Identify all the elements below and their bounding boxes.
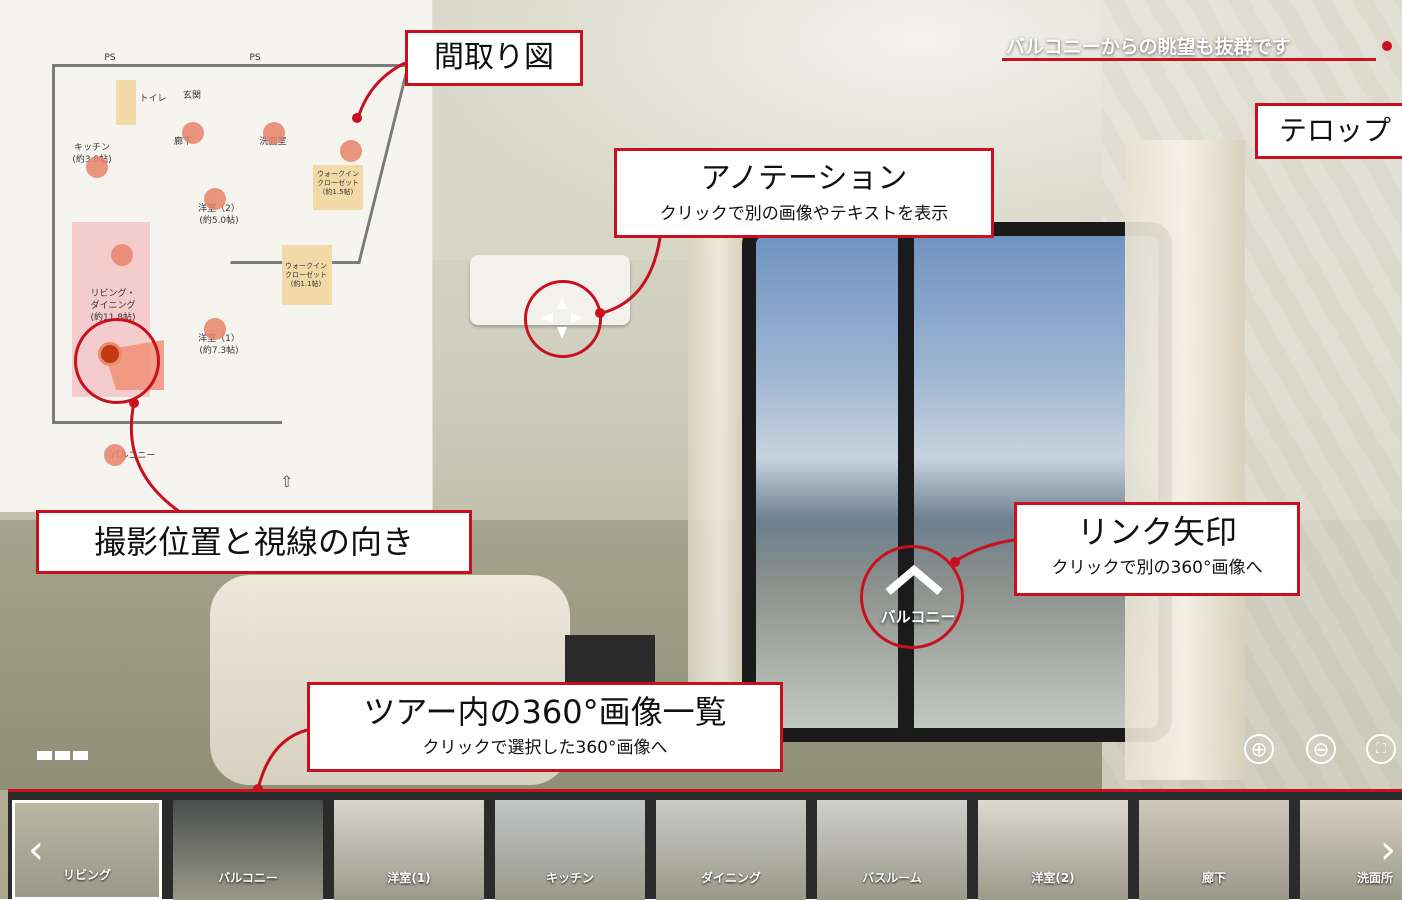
callout-title: ツアー内の360°画像一覧: [363, 693, 727, 731]
annotation-marker-icon[interactable]: [537, 293, 587, 343]
menu-dots-icon[interactable]: [37, 745, 91, 764]
floorplan-spot-dining[interactable]: [111, 244, 133, 266]
link-arrow-icon[interactable]: [866, 548, 962, 644]
telop-underline: [1002, 58, 1376, 61]
callout-subtitle: クリックで選択した360°画像へ: [422, 738, 668, 758]
curtain-left: [688, 230, 750, 750]
callout-title: アノテーション: [700, 161, 908, 196]
floorplan-position-ring: [74, 318, 160, 404]
tour-thumbnail[interactable]: バスルーム: [817, 800, 967, 900]
callout-anchor-dot: [352, 113, 362, 123]
callout-anchor-dot: [129, 398, 139, 408]
tour-thumbnail[interactable]: 廊下: [1139, 800, 1289, 900]
link-arrow-label[interactable]: バルコニー: [868, 606, 968, 627]
balcony-window: [742, 222, 1172, 742]
floorplan-label-toilet: トイレ: [139, 94, 167, 104]
tour-thumbnail[interactable]: キッチン: [495, 800, 645, 900]
callout-title: リンク矢印: [1076, 513, 1237, 551]
callout-floorplan: 間取り図: [405, 30, 583, 86]
telop-text: バルコニーからの眺望も抜群です: [1006, 36, 1291, 58]
floorplan-label-ps-right: PS: [249, 53, 261, 63]
floorplan-spot-washroom[interactable]: [263, 122, 285, 144]
floorplan-spot-western1[interactable]: [204, 318, 226, 340]
prev-arrow-icon[interactable]: ‹: [28, 830, 44, 870]
tour-thumbnail-label: 廊下: [1201, 871, 1226, 885]
tour-thumbnail-label: 洋室(2): [1031, 871, 1075, 885]
floorplan-panel[interactable]: PS PS トイレ 玄関 キッチン (約3.8帖) 廊下 洗面室 洋室（2） (…: [0, 0, 433, 512]
tour-thumbnail[interactable]: バルコニー: [173, 800, 323, 900]
floorplan-label-ps-left: PS: [104, 53, 116, 63]
tour-thumbnail-label: 洋室(1): [387, 871, 431, 885]
callout-anchor-dot: [595, 308, 605, 318]
callout-anchor-dot: [1382, 41, 1392, 51]
next-arrow-icon[interactable]: ›: [1380, 830, 1396, 870]
callout-annotation: アノテーション クリックで別の画像やテキストを表示: [614, 148, 994, 238]
north-compass-icon: ⇧: [280, 472, 294, 491]
callout-subtitle: クリックで別の画像やテキストを表示: [659, 204, 949, 224]
floorplan-spot-bathroom[interactable]: [340, 140, 362, 162]
tour-thumbnail-label: バルコニー: [218, 871, 278, 885]
tour-thumbnail-label: バスルーム: [862, 871, 922, 885]
callout-title: テロップ: [1278, 114, 1391, 147]
tour-thumbnail[interactable]: ダイニング: [656, 800, 806, 900]
floorplan-spot-western2[interactable]: [204, 188, 226, 210]
fullscreen-button[interactable]: ⛶: [1366, 734, 1396, 764]
callout-tour-list: ツアー内の360°画像一覧 クリックで選択した360°画像へ: [307, 682, 783, 772]
callout-telop: テロップ: [1255, 103, 1402, 159]
floorplan-spot-kitchen[interactable]: [86, 156, 108, 178]
floorplan-label-entrance: 玄関: [182, 91, 201, 101]
floorplan-label-walkin2: ウォークイン クローゼット (約1.1帖): [285, 262, 327, 288]
floorplan-label-walkin1: ウォークイン クローゼット (約1.5帖): [317, 170, 359, 196]
callout-title: 撮影位置と視線の向き: [93, 523, 414, 561]
zoom-in-button[interactable]: ⊕: [1244, 734, 1274, 764]
window-frame: [898, 236, 914, 736]
floorplan-spot-hallway[interactable]: [182, 122, 204, 144]
callout-shooting-position: 撮影位置と視線の向き: [36, 510, 472, 574]
tour-thumbnail-strip[interactable]: リビング バルコニー 洋室(1) キッチン ダイニング バスルーム 洋室(2) 廊下 洗面所: [8, 789, 1402, 900]
tour-thumbnail[interactable]: 洋室(1): [334, 800, 484, 900]
tour-thumbnail-label: キッチン: [545, 871, 594, 885]
callout-title: 間取り図: [434, 40, 554, 75]
zoom-out-button[interactable]: ⊖: [1306, 734, 1336, 764]
callout-subtitle: クリックで別の360°画像へ: [1051, 558, 1263, 578]
floorplan-spot-balcony[interactable]: [104, 444, 126, 466]
curtain-right: [1125, 140, 1245, 780]
tour-thumbnail[interactable]: 洋室(2): [978, 800, 1128, 900]
tour-thumbnail-label: ダイニング: [700, 871, 761, 885]
callout-link-arrow: リンク矢印 クリックで別の360°画像へ: [1014, 502, 1300, 596]
